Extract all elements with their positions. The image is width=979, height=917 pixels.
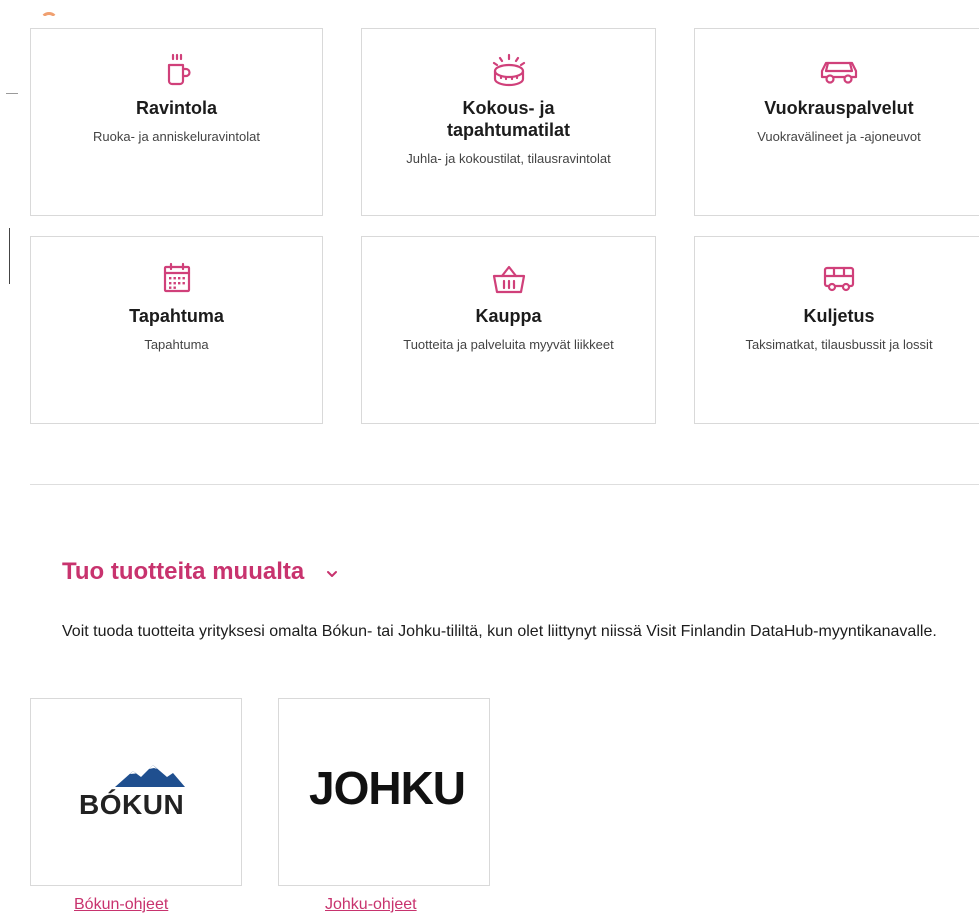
bokun-logo-box[interactable]: BÓKUN — [30, 698, 242, 886]
bus-icon — [823, 266, 855, 292]
category-card-kokous[interactable]: Kokous- ja tapahtumatilat Juhla- ja koko… — [361, 28, 656, 216]
category-title: Ravintola — [135, 98, 218, 118]
category-card-ravintola[interactable]: Ravintola Ruoka- ja anniskeluravintolat — [30, 28, 323, 216]
category-card-kauppa[interactable]: Kauppa Tuotteita ja palveluita myyvät li… — [361, 236, 656, 424]
text-cursor-marker — [9, 228, 10, 284]
bokun-logo-text: BÓKUN — [79, 789, 185, 820]
chevron-down-icon — [327, 571, 338, 577]
calendar-icon — [163, 262, 190, 293]
category-title: Tapahtuma — [129, 306, 224, 326]
edge-divider — [6, 93, 18, 94]
category-card-vuokraus[interactable]: Vuokrauspalvelut Vuokravälineet ja -ajon… — [694, 28, 979, 216]
category-card-kuljetus[interactable]: Kuljetus Taksimatkat, tilausbussit ja lo… — [694, 236, 979, 424]
johku-logo-text: JOHKU — [309, 762, 466, 814]
bokun-guide-link[interactable]: Bókun-ohjeet — [74, 896, 168, 914]
coffee-cup-icon — [167, 53, 191, 86]
import-description: Voit tuoda tuotteita yrityksesi omalta B… — [62, 623, 937, 640]
bokun-mountain-icon — [115, 765, 185, 787]
johku-logo-box[interactable]: JOHKU — [278, 698, 490, 886]
category-title: Kuljetus — [803, 306, 875, 326]
category-description: Ruoka- ja anniskeluravintolat — [93, 129, 260, 144]
basket-icon — [492, 265, 525, 294]
import-section-heading: Tuo tuotteita muualta — [62, 558, 305, 585]
category-card-tapahtuma[interactable]: Tapahtuma Tapahtuma — [30, 236, 323, 424]
import-section-toggle[interactable]: Tuo tuotteita muualta — [62, 558, 338, 586]
arena-icon — [492, 53, 525, 87]
category-title: Kauppa — [475, 306, 542, 326]
category-description: Juhla- ja kokoustilat, tilausravintolat — [406, 151, 611, 166]
loading-spinner-icon — [40, 6, 62, 16]
car-icon — [820, 61, 858, 84]
category-title: Kokous- ja tapahtumatilat — [446, 98, 570, 140]
category-description: Tapahtuma — [144, 337, 209, 352]
section-divider — [30, 484, 979, 485]
johku-guide-link[interactable]: Johku-ohjeet — [325, 896, 417, 914]
category-description: Tuotteita ja palveluita myyvät liikkeet — [403, 337, 614, 352]
category-title: Vuokrauspalvelut — [764, 98, 914, 118]
category-description: Taksimatkat, tilausbussit ja lossit — [745, 337, 933, 352]
category-description: Vuokravälineet ja -ajoneuvot — [757, 129, 921, 144]
